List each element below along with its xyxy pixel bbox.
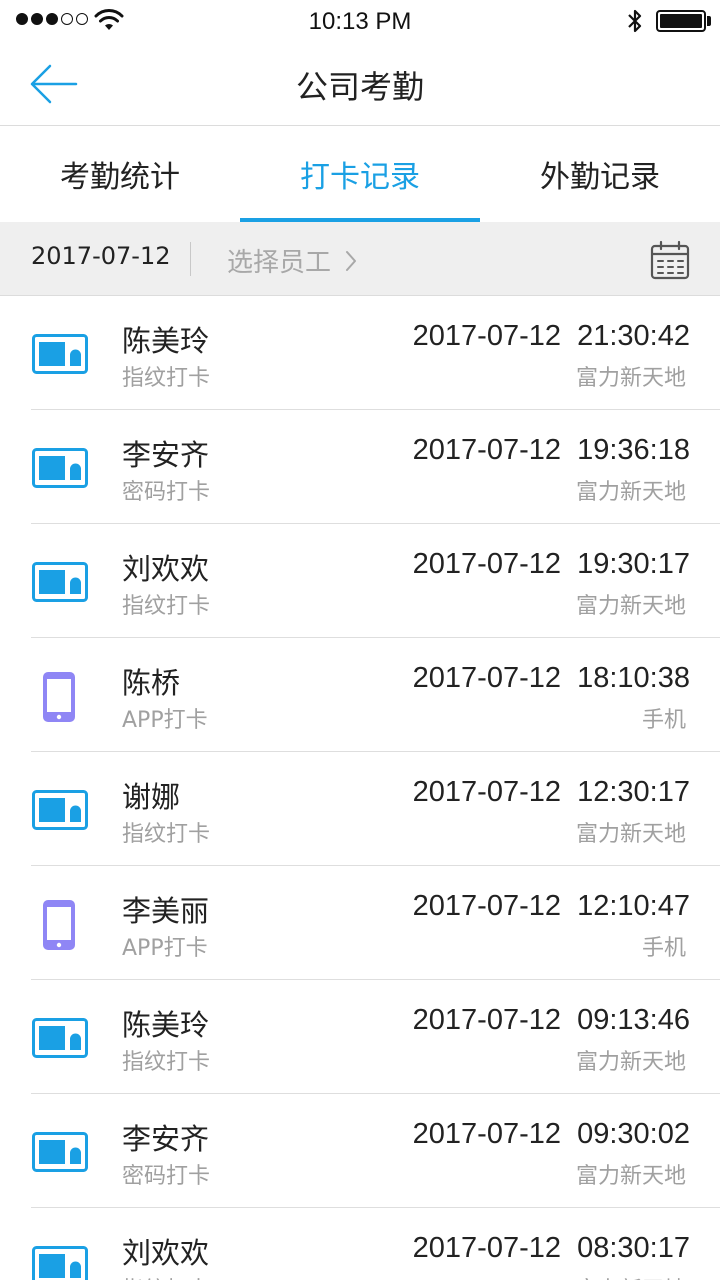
clock-datetime: 2017-07-12 21:30:42 xyxy=(412,320,690,352)
list-item[interactable]: 陈美玲指纹打卡 2017-07-12 09:13:46 富力新天地 xyxy=(0,980,720,1094)
employee-name: 陈美玲 xyxy=(122,324,210,358)
clock-method: 指纹打卡 xyxy=(122,1272,210,1280)
tab-clock-records[interactable]: 打卡记录 xyxy=(240,126,480,222)
card-reader-icon xyxy=(32,1018,88,1058)
card-reader-icon xyxy=(32,334,88,374)
clock-location: 富力新天地 xyxy=(575,594,686,619)
clock-datetime: 2017-07-12 09:13:46 xyxy=(412,1004,690,1036)
card-reader-icon xyxy=(32,1246,88,1280)
tab-field-records[interactable]: 外勤记录 xyxy=(480,126,720,222)
clock-method: APP打卡 xyxy=(122,708,208,733)
clock-location: 富力新天地 xyxy=(575,1050,686,1075)
tab-attendance-stats[interactable]: 考勤统计 xyxy=(0,126,240,222)
clock-method: 指纹打卡 xyxy=(122,594,211,619)
employee-name: 李美丽 xyxy=(122,894,210,928)
select-employee-button[interactable]: 选择员工 xyxy=(227,242,357,279)
clock-datetime: 2017-07-12 19:30:17 xyxy=(412,548,690,580)
clock-location: 富力新天地 xyxy=(575,822,686,847)
card-reader-icon xyxy=(32,562,88,602)
status-bar: 10:13 PM xyxy=(0,0,720,42)
status-time: 10:13 PM xyxy=(308,8,412,35)
list-item[interactable]: 刘欢欢指纹打卡 2017-07-12 08:30:17 富力新天地 xyxy=(0,1208,720,1280)
card-reader-icon xyxy=(32,1132,88,1172)
employee-name: 谢娜 xyxy=(122,780,181,814)
phone-icon xyxy=(41,898,77,952)
clock-location: 富力新天地 xyxy=(575,1164,686,1189)
clock-method: 密码打卡 xyxy=(122,1164,211,1189)
date-selector[interactable]: 2017-07-12 xyxy=(31,242,170,270)
battery-icon xyxy=(656,10,706,32)
clock-datetime: 2017-07-12 12:30:17 xyxy=(412,776,690,808)
clock-location: 手机 xyxy=(641,708,686,733)
clock-datetime: 2017-07-12 09:30:02 xyxy=(412,1118,690,1150)
clock-method: 指纹打卡 xyxy=(122,822,211,847)
clock-location: 富力新天地 xyxy=(576,1272,686,1280)
list-item[interactable]: 李美丽 APP打卡 2017-07-12 12:10:47 手机 xyxy=(0,866,720,980)
clock-datetime: 2017-07-12 19:36:18 xyxy=(412,434,690,466)
employee-name: 李安齐 xyxy=(122,438,210,472)
filter-bar: 2017-07-12 选择员工 xyxy=(0,222,720,296)
employee-name: 刘欢欢 xyxy=(122,1236,210,1270)
page-title: 公司考勤 xyxy=(295,68,424,106)
tab-bar: 考勤统计 打卡记录 外勤记录 xyxy=(0,126,720,222)
clock-location: 富力新天地 xyxy=(575,480,686,505)
card-reader-icon xyxy=(32,790,88,830)
clock-datetime: 2017-07-12 12:10:47 xyxy=(412,890,690,922)
phone-icon xyxy=(41,670,77,724)
employee-name: 陈桥 xyxy=(122,666,181,700)
nav-bar: 公司考勤 xyxy=(0,42,720,126)
card-reader-icon xyxy=(32,448,88,488)
clock-method: 指纹打卡 xyxy=(122,1050,211,1075)
clock-method: APP打卡 xyxy=(122,936,208,961)
bluetooth-icon xyxy=(628,9,642,33)
clock-method: 密码打卡 xyxy=(122,480,211,505)
clock-datetime: 2017-07-12 18:10:38 xyxy=(412,662,690,694)
employee-name: 李安齐 xyxy=(122,1122,210,1156)
clock-record-list: 陈美玲 指纹打卡 2017-07-12 21:30:42 富力新天地 李安齐 密码打卡 20… xyxy=(0,296,720,1280)
list-item[interactable]: 刘欢欢指纹打卡 2017-07-12 19:30:17 富力新天地 xyxy=(0,524,720,638)
clock-location: 富力新天地 xyxy=(575,366,686,391)
clock-method: 指纹打卡 xyxy=(122,366,211,391)
clock-datetime: 2017-07-12 08:30:17 xyxy=(412,1232,690,1264)
divider xyxy=(190,242,191,276)
list-item[interactable]: 陈美玲指纹打卡 2017-07-12 21:30:42 富力新天地 xyxy=(0,296,720,410)
list-item[interactable]: 谢娜指纹打卡 2017-07-12 12:30:17 富力新天地 xyxy=(0,752,720,866)
calendar-button[interactable] xyxy=(650,240,690,280)
list-item[interactable]: 李安齐密码打卡 2017-07-12 19:36:18 富力新天地 xyxy=(0,410,720,524)
list-item[interactable]: 李安齐密码打卡 2017-07-12 09:30:02 富力新天地 xyxy=(0,1094,720,1208)
list-item[interactable]: 陈桥 APP打卡 2017-07-12 18:10:38 手机 xyxy=(0,638,720,752)
calendar-icon xyxy=(650,240,690,280)
chevron-right-icon xyxy=(346,250,357,271)
employee-name: 刘欢欢 xyxy=(122,552,210,586)
select-employee-label: 选择员工 xyxy=(227,248,332,278)
employee-name: 陈美玲 xyxy=(122,1008,210,1042)
clock-location: 手机 xyxy=(641,936,686,961)
